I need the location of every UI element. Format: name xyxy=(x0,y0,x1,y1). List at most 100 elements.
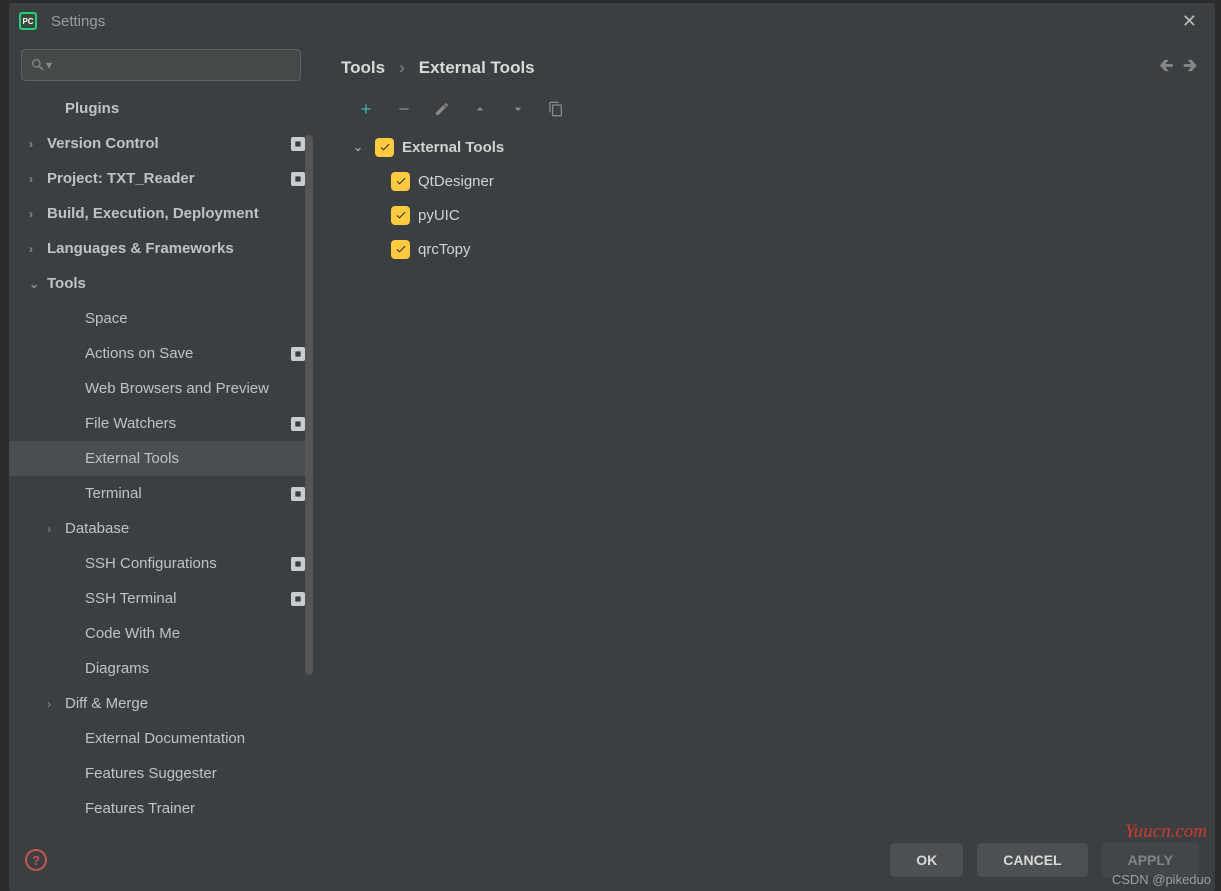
tool-checkbox[interactable] xyxy=(391,172,410,191)
titlebar: PC Settings ✕ xyxy=(9,3,1215,39)
sidebar-item-features-trainer[interactable]: Features Trainer xyxy=(9,791,313,826)
sidebar-item-label: External Documentation xyxy=(85,730,305,747)
sidebar-item-label: Database xyxy=(65,520,305,537)
expand-icon[interactable]: › xyxy=(29,242,47,256)
move-down-button[interactable] xyxy=(509,100,527,118)
tools-group-row[interactable]: ⌄ External Tools xyxy=(353,130,1197,164)
move-up-button[interactable] xyxy=(471,100,489,118)
help-button[interactable]: ? xyxy=(25,849,47,871)
sidebar-item-label: SSH Configurations xyxy=(85,555,291,572)
sidebar-item-label: Space xyxy=(85,310,305,327)
sidebar-item-label: File Watchers xyxy=(85,415,291,432)
close-icon[interactable]: ✕ xyxy=(1174,8,1205,34)
remove-button[interactable] xyxy=(395,100,413,118)
sidebar-item-label: Web Browsers and Preview xyxy=(85,380,305,397)
sidebar-item-label: Code With Me xyxy=(85,625,305,642)
project-badge-icon xyxy=(291,172,305,186)
sidebar-item-tools[interactable]: ⌄Tools xyxy=(9,266,313,301)
sidebar-item-label: External Tools xyxy=(85,450,305,467)
sidebar: ▾ Plugins›Version Control›Project: TXT_R… xyxy=(9,39,313,829)
sidebar-item-label: SSH Terminal xyxy=(85,590,291,607)
tool-label: qrcTopy xyxy=(418,241,471,258)
tool-checkbox[interactable] xyxy=(391,206,410,225)
settings-tree[interactable]: Plugins›Version Control›Project: TXT_Rea… xyxy=(9,87,313,829)
watermark-csdn: CSDN @pikeduo xyxy=(1112,872,1211,887)
sidebar-item-label: Plugins xyxy=(65,100,305,117)
edit-button[interactable] xyxy=(433,100,451,118)
tool-checkbox[interactable] xyxy=(391,240,410,259)
search-input[interactable] xyxy=(58,57,292,73)
project-badge-icon xyxy=(291,487,305,501)
sidebar-item-label: Diagrams xyxy=(85,660,305,677)
tool-item-qtdesigner[interactable]: QtDesigner xyxy=(353,164,1197,198)
sidebar-item-label: Actions on Save xyxy=(85,345,291,362)
sidebar-item-actions-on-save[interactable]: Actions on Save xyxy=(9,336,313,371)
sidebar-item-terminal[interactable]: Terminal xyxy=(9,476,313,511)
expand-icon[interactable]: ⌄ xyxy=(29,277,47,291)
sidebar-item-label: Diff & Merge xyxy=(65,695,305,712)
project-badge-icon xyxy=(291,417,305,431)
nav-forward-icon[interactable]: 🡲 xyxy=(1183,53,1197,82)
chevron-down-icon[interactable]: ⌄ xyxy=(353,140,367,154)
sidebar-item-external-documentation[interactable]: External Documentation xyxy=(9,721,313,756)
nav-back-icon[interactable]: 🡰 xyxy=(1159,53,1173,82)
toolbar xyxy=(341,100,1197,118)
tool-item-qrctopy[interactable]: qrcTopy xyxy=(353,232,1197,266)
breadcrumb-separator: › xyxy=(399,58,405,78)
project-badge-icon xyxy=(291,137,305,151)
expand-icon[interactable]: › xyxy=(47,697,65,711)
sidebar-item-languages-frameworks[interactable]: ›Languages & Frameworks xyxy=(9,231,313,266)
dialog-body: ▾ Plugins›Version Control›Project: TXT_R… xyxy=(9,39,1215,829)
sidebar-item-code-with-me[interactable]: Code With Me xyxy=(9,616,313,651)
expand-icon[interactable]: › xyxy=(29,137,47,151)
sidebar-item-label: Project: TXT_Reader xyxy=(47,170,291,187)
sidebar-item-plugins[interactable]: Plugins xyxy=(9,91,313,126)
settings-dialog: PC Settings ✕ ▾ Plugins›Version Control›… xyxy=(9,3,1215,891)
copy-button[interactable] xyxy=(547,100,565,118)
sidebar-item-space[interactable]: Space xyxy=(9,301,313,336)
expand-icon[interactable]: › xyxy=(29,207,47,221)
expand-icon[interactable]: › xyxy=(47,522,65,536)
group-checkbox[interactable] xyxy=(375,138,394,157)
project-badge-icon xyxy=(291,592,305,606)
sidebar-item-label: Build, Execution, Deployment xyxy=(47,205,305,222)
sidebar-item-ssh-configurations[interactable]: SSH Configurations xyxy=(9,546,313,581)
sidebar-item-ssh-terminal[interactable]: SSH Terminal xyxy=(9,581,313,616)
sidebar-item-diagrams[interactable]: Diagrams xyxy=(9,651,313,686)
group-label: External Tools xyxy=(402,139,504,156)
add-button[interactable] xyxy=(357,100,375,118)
sidebar-item-version-control[interactable]: ›Version Control xyxy=(9,126,313,161)
breadcrumb-root[interactable]: Tools xyxy=(341,58,385,78)
sidebar-item-label: Features Suggester xyxy=(85,765,305,782)
search-input-wrap[interactable]: ▾ xyxy=(21,49,301,81)
tool-item-pyuic[interactable]: pyUIC xyxy=(353,198,1197,232)
sidebar-item-web-browsers-and-preview[interactable]: Web Browsers and Preview xyxy=(9,371,313,406)
sidebar-item-label: Terminal xyxy=(85,485,291,502)
sidebar-item-label: Version Control xyxy=(47,135,291,152)
window-title: Settings xyxy=(51,13,105,30)
breadcrumb-leaf: External Tools xyxy=(419,58,535,78)
sidebar-item-label: Languages & Frameworks xyxy=(47,240,305,257)
footer: ? OK CANCEL APPLY xyxy=(9,829,1215,891)
sidebar-item-diff-merge[interactable]: ›Diff & Merge xyxy=(9,686,313,721)
breadcrumb: Tools › External Tools 🡰 🡲 xyxy=(341,53,1197,82)
expand-icon[interactable]: › xyxy=(29,172,47,186)
sidebar-item-file-watchers[interactable]: File Watchers xyxy=(9,406,313,441)
search-caret: ▾ xyxy=(46,58,52,72)
tool-label: QtDesigner xyxy=(418,173,494,190)
search-icon xyxy=(30,57,46,73)
ok-button[interactable]: OK xyxy=(890,843,963,877)
project-badge-icon xyxy=(291,557,305,571)
tool-label: pyUIC xyxy=(418,207,460,224)
pycharm-icon: PC xyxy=(19,12,37,30)
sidebar-item-label: Features Trainer xyxy=(85,800,305,817)
scrollbar-thumb[interactable] xyxy=(305,135,313,675)
cancel-button[interactable]: CANCEL xyxy=(977,843,1087,877)
sidebar-item-database[interactable]: ›Database xyxy=(9,511,313,546)
sidebar-item-features-suggester[interactable]: Features Suggester xyxy=(9,756,313,791)
content-panel: Tools › External Tools 🡰 🡲 ⌄ xyxy=(313,39,1215,829)
sidebar-item-project-txt-reader[interactable]: ›Project: TXT_Reader xyxy=(9,161,313,196)
sidebar-item-build-execution-deployment[interactable]: ›Build, Execution, Deployment xyxy=(9,196,313,231)
sidebar-item-external-tools[interactable]: External Tools xyxy=(9,441,313,476)
external-tools-tree: ⌄ External Tools QtDesigner pyUIC qrcTopy xyxy=(341,130,1197,266)
